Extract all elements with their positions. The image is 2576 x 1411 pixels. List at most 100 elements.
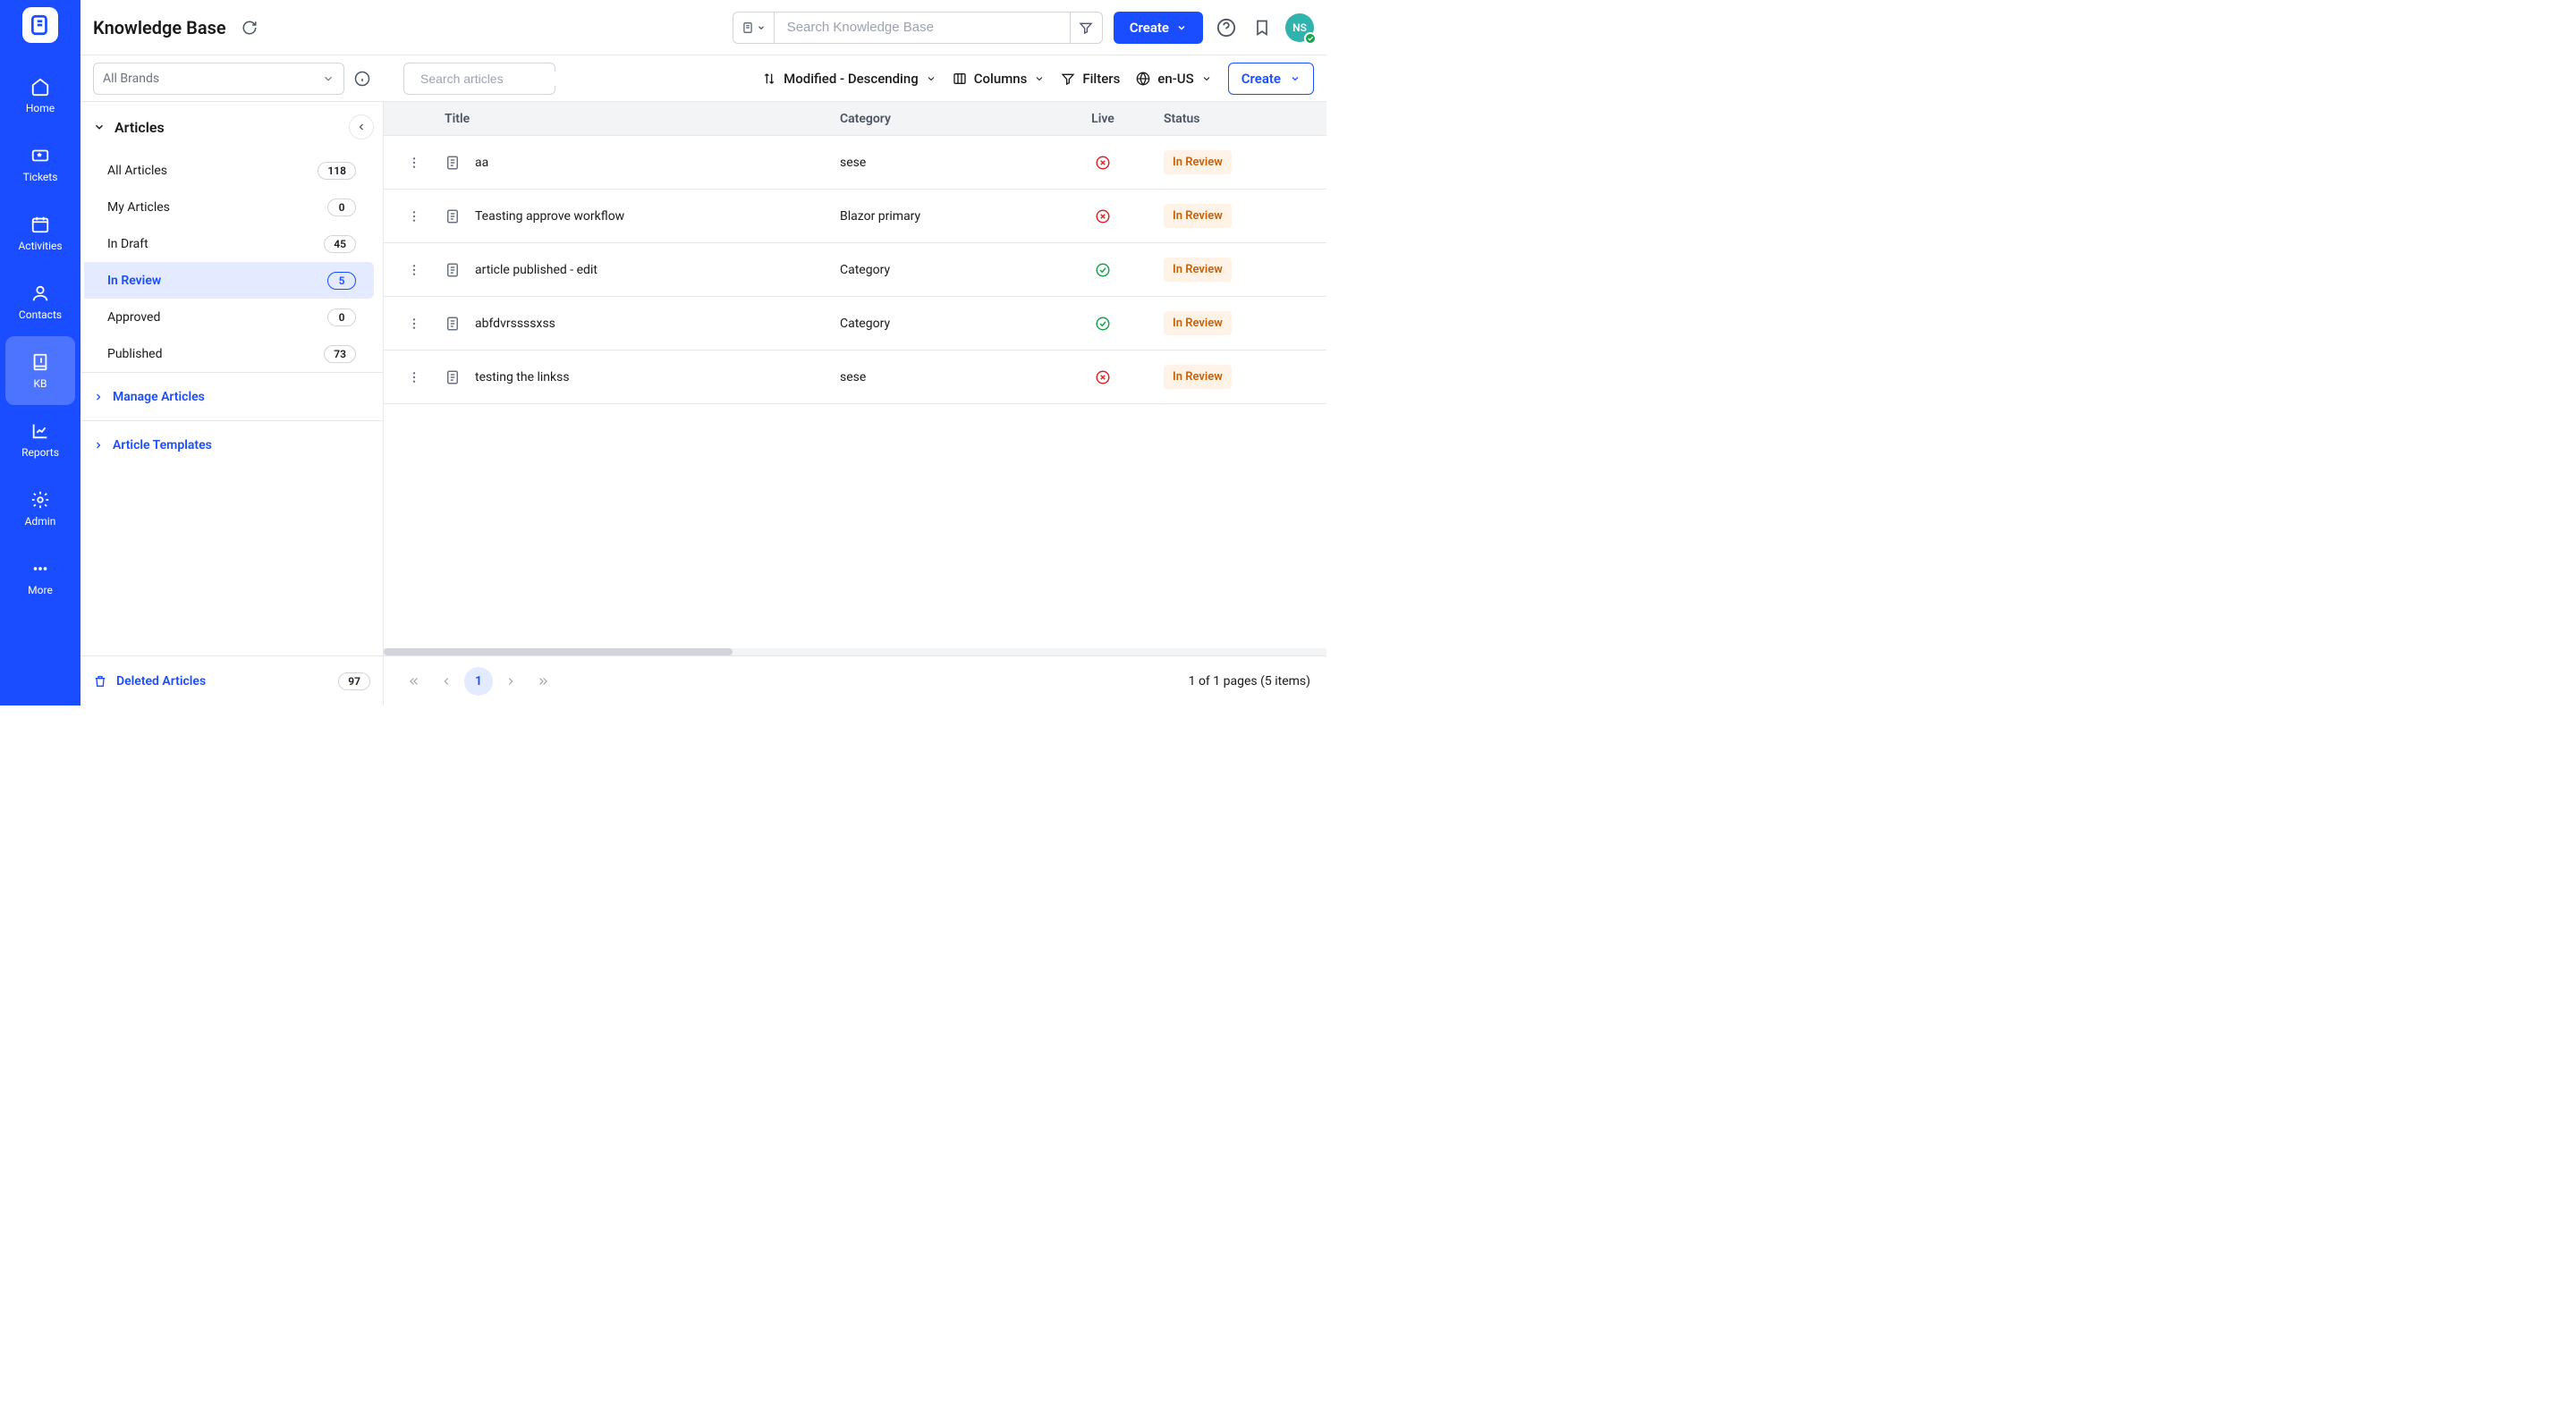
row-menu-button[interactable] [384,156,445,170]
deleted-articles-label: Deleted Articles [116,674,206,689]
article-templates-label: Article Templates [113,438,212,452]
locale-selector[interactable]: en-US [1136,71,1211,87]
filters-label: Filters [1082,71,1120,87]
x-circle-icon [1095,155,1111,171]
brand-select[interactable]: All Brands [93,63,344,95]
columns-icon [953,72,967,86]
pager-prev[interactable] [432,667,461,696]
funnel-icon [1079,21,1093,35]
sidebar-item-published[interactable]: Published 73 [84,335,374,372]
sort-selector[interactable]: Modified - Descending [762,71,936,87]
create-button[interactable]: Create [1114,12,1203,44]
refresh-button[interactable] [237,15,262,40]
col-header-live[interactable]: Live [1042,112,1164,126]
row-menu-button[interactable] [384,263,445,277]
sidebar-article-templates[interactable]: Article Templates [80,420,383,469]
sidebar-item-in-draft[interactable]: In Draft 45 [84,225,374,262]
status-pill: In Review [1164,258,1232,282]
sidebar-collapse-button[interactable] [349,114,374,139]
sidebar-section-articles[interactable]: Articles [80,102,383,152]
chevron-right-icon [93,440,104,451]
row-title: abfdvrssssxss [475,317,555,331]
kebab-icon [407,209,421,224]
sidebar-deleted-articles[interactable]: Deleted Articles 97 [80,655,383,706]
pager-first[interactable] [400,667,428,696]
sidebar-item-approved[interactable]: Approved 0 [84,299,374,335]
col-header-title[interactable]: Title [445,112,840,126]
x-circle-icon [1095,208,1111,224]
chevron-down-icon [926,73,936,84]
nav-activities[interactable]: Activities [5,199,75,267]
count-badge: 118 [318,162,356,180]
chevron-double-left-icon [408,675,420,688]
nav-contacts[interactable]: Contacts [5,267,75,336]
chevron-down-icon [1176,22,1187,33]
horizontal-scrollbar[interactable] [384,648,1326,655]
pager-last[interactable] [529,667,557,696]
search-input[interactable] [775,20,1070,35]
sidebar-item-label: All Articles [107,164,167,178]
info-button[interactable] [353,70,371,88]
nav-reports[interactable]: Reports [5,405,75,474]
col-header-category[interactable]: Category [840,112,1042,126]
sidebar-item-label: In Review [107,274,161,288]
row-menu-button[interactable] [384,370,445,384]
search-type-selector[interactable] [733,13,775,43]
table-row[interactable]: Teasting approve workflowBlazor primaryI… [384,190,1326,243]
funnel-icon [1061,72,1075,86]
document-icon [445,316,461,332]
search-filter-button[interactable] [1070,13,1102,43]
globe-icon [1136,72,1150,86]
table-row[interactable]: testing the linkssseseIn Review [384,351,1326,404]
sidebar-item-my-articles[interactable]: My Articles 0 [84,189,374,225]
chart-icon [30,421,50,441]
row-category: sese [840,156,1042,170]
sidebar-item-in-review[interactable]: In Review 5 [84,262,374,299]
chevron-down-icon [93,121,106,133]
nav-tickets[interactable]: Tickets [5,130,75,199]
nav-home[interactable]: Home [5,61,75,130]
row-title-cell: abfdvrssssxss [445,316,840,332]
row-menu-button[interactable] [384,317,445,331]
row-title: Teasting approve workflow [475,209,624,224]
ticket-icon [30,146,50,165]
pager-next[interactable] [496,667,525,696]
chevron-right-icon [504,675,517,688]
check-circle-icon [1095,262,1111,278]
count-badge: 5 [327,272,356,290]
nav-admin[interactable]: Admin [5,474,75,543]
table-row[interactable]: abfdvrssssxssCategoryIn Review [384,297,1326,351]
article-search-input[interactable] [420,72,582,86]
sidebar-item-label: Published [107,347,162,361]
kebab-icon [407,156,421,170]
help-button[interactable] [1214,15,1239,40]
bookmark-button[interactable] [1250,15,1275,40]
row-category: sese [840,370,1042,384]
row-status: In Review [1164,258,1326,282]
sidebar-manage-articles[interactable]: Manage Articles [80,372,383,420]
table-row[interactable]: aaseseIn Review [384,136,1326,190]
scrollbar-thumb[interactable] [384,648,733,655]
chevron-down-icon [1034,73,1045,84]
row-live [1042,262,1164,278]
col-header-status[interactable]: Status [1164,112,1326,126]
columns-selector[interactable]: Columns [953,71,1046,87]
row-category: Category [840,317,1042,331]
pager-page-1[interactable]: 1 [464,667,493,696]
avatar[interactable]: NS [1285,13,1314,42]
nav-reports-label: Reports [21,446,59,459]
sidebar-item-all-articles[interactable]: All Articles 118 [84,152,374,189]
row-title: article published - edit [475,263,597,277]
bookmark-icon [1253,19,1271,37]
app-logo[interactable] [22,7,58,43]
document-icon [741,21,754,34]
nav-more[interactable]: More [5,543,75,612]
row-menu-button[interactable] [384,209,445,224]
sub-header: All Brands Modified - Descending [80,55,1326,102]
create-article-button[interactable]: Create [1228,63,1314,95]
filters-button[interactable]: Filters [1061,71,1120,87]
sort-label: Modified - Descending [784,71,919,87]
sidebar-item-label: In Draft [107,237,148,251]
nav-kb[interactable]: KB [5,336,75,405]
table-row[interactable]: article published - editCategoryIn Revie… [384,243,1326,297]
